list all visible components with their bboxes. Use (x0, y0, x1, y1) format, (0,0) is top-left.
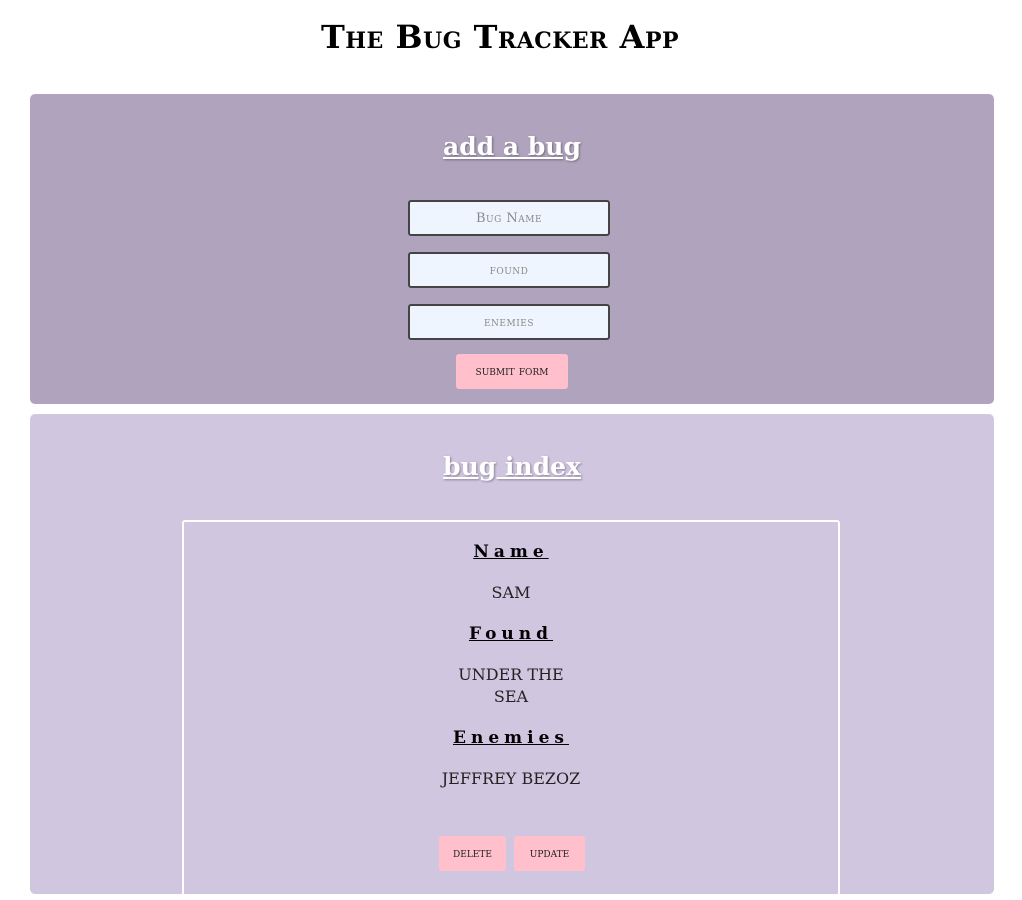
add-bug-panel: add a bug submit form (30, 94, 994, 404)
bug-name-input[interactable] (408, 200, 610, 236)
delete-button[interactable]: delete (439, 836, 506, 871)
found-label: Found (468, 624, 554, 644)
found-input[interactable] (408, 252, 610, 288)
bug-index-panel: bug index Name Sam Found under the sea E… (30, 414, 994, 900)
submit-form-button[interactable]: submit form (456, 354, 568, 389)
bug-card: Name Sam Found under the sea Enemies jef… (182, 520, 840, 900)
update-button[interactable]: update (514, 836, 585, 871)
enemies-input[interactable] (408, 304, 610, 340)
found-value: under the sea (458, 665, 564, 706)
add-bug-heading: add a bug (443, 132, 581, 161)
page-title: The Bug Tracker App (320, 18, 680, 56)
enemies-value: jeffrey bezoz (441, 769, 581, 788)
enemies-label: Enemies (453, 728, 569, 748)
name-label: Name (473, 542, 549, 562)
bug-name-value: Sam (491, 583, 531, 602)
bug-index-heading: bug index (443, 452, 581, 481)
